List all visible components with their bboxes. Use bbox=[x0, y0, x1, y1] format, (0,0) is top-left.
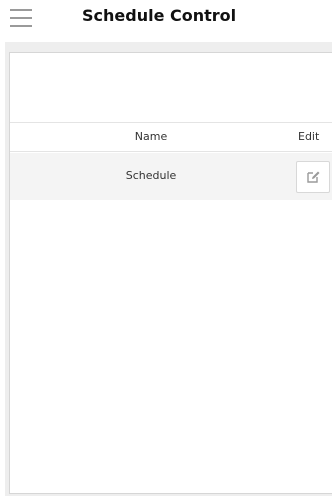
column-header-edit: Edit bbox=[298, 130, 320, 143]
menu-button[interactable] bbox=[10, 9, 32, 27]
top-bar: Schedule Control bbox=[0, 0, 332, 40]
edit-icon bbox=[307, 171, 320, 183]
page-title: Schedule Control bbox=[82, 6, 237, 25]
table-row: Schedule bbox=[10, 153, 332, 200]
schedule-name-cell: Schedule bbox=[125, 169, 177, 182]
hamburger-menu-icon bbox=[10, 9, 32, 11]
table-header: Name Edit bbox=[10, 122, 332, 152]
edit-button[interactable] bbox=[296, 161, 330, 193]
column-header-name: Name bbox=[134, 130, 168, 143]
schedule-panel: Name Edit Schedule bbox=[9, 52, 332, 494]
